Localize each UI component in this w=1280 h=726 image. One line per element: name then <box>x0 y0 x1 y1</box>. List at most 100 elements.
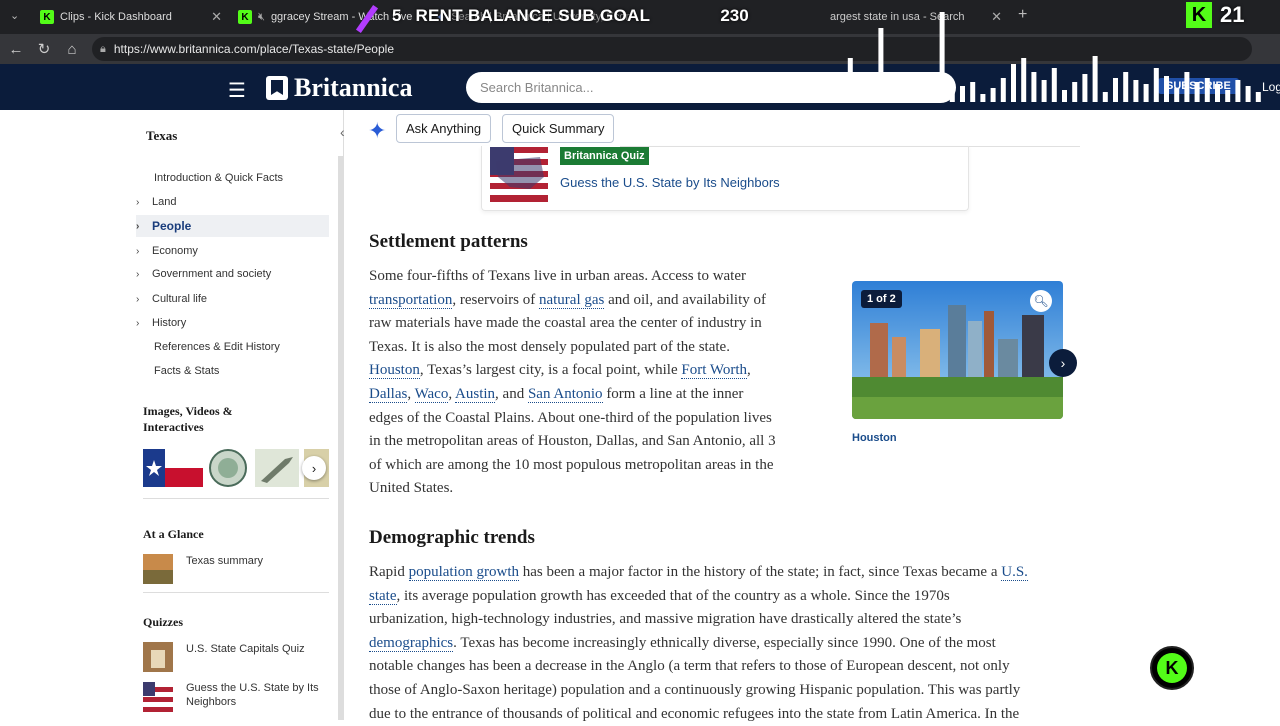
toc-chevron-icon: › <box>136 317 140 329</box>
visualizer-bar <box>1184 72 1190 102</box>
text-line: raw materials have made the coastal area… <box>369 315 762 332</box>
kick-floating-button[interactable]: K <box>1150 646 1194 690</box>
ask-anything-button[interactable]: Ask Anything <box>396 114 492 143</box>
san-antonio-link[interactable]: San Antonio <box>527 385 603 403</box>
texas-summary-thumbnail[interactable] <box>143 554 173 584</box>
visualizer-bar <box>858 92 863 102</box>
britannica-logo[interactable]: Britannica <box>266 73 412 103</box>
toc-chevron-icon: › <box>136 245 140 257</box>
text-line: urbanization, high-technology industries… <box>369 611 962 628</box>
visualizer-bar <box>1255 92 1261 102</box>
quick-summary-button[interactable]: Quick Summary <box>502 114 615 143</box>
gallery-caption[interactable]: Houston <box>852 432 897 444</box>
visualizer-bar <box>960 86 965 102</box>
us-flag-map-thumbnail[interactable] <box>490 147 548 202</box>
sub-goal-overlay: 5 RENT BALANCE SUB GOAL 230 <box>392 6 749 26</box>
mockingbird-thumbnail[interactable] <box>255 449 299 487</box>
home-icon[interactable]: ⌂ <box>58 35 86 63</box>
quiz-badge: Britannica Quiz <box>560 147 649 165</box>
texas-summary-link[interactable]: Texas summary <box>186 554 326 568</box>
toc-item-references[interactable]: References & Edit History <box>136 336 329 358</box>
text-span: , reservoirs of <box>452 291 539 308</box>
sidebar-divider <box>143 592 329 593</box>
visualizer-bar <box>1235 80 1241 102</box>
state-link[interactable]: state <box>369 587 397 605</box>
text-line: Texas. It is also the most densely popul… <box>369 338 730 355</box>
gallery-next-arrow-icon[interactable]: › <box>1049 349 1077 377</box>
sidebar-scrollbar[interactable] <box>338 156 344 720</box>
austin-link[interactable]: Austin <box>455 385 496 403</box>
toc-label: Economy <box>152 245 198 257</box>
visualizer-bar <box>776 80 782 102</box>
visualizer-bar <box>909 72 914 102</box>
visualizer-bar <box>1062 90 1067 102</box>
texas-flag-thumbnail[interactable] <box>143 449 203 487</box>
capitals-quiz-thumbnail[interactable] <box>143 642 173 672</box>
visualizer-bar <box>1102 92 1108 102</box>
media-next-arrow-icon[interactable]: › <box>302 456 326 480</box>
britannica-thistle-icon <box>266 76 288 100</box>
collapse-sidebar-icon[interactable]: ‹ <box>340 124 345 140</box>
visualizer-bar <box>1021 58 1027 102</box>
population-growth-link[interactable]: population growth <box>408 564 519 581</box>
tab-label: Clips - Kick Dashboard <box>60 11 172 23</box>
sidebar-title: Texas <box>146 128 178 143</box>
tab-list-chevron-icon[interactable]: ⌄ <box>10 9 19 22</box>
media-heading: Images, Videos & Interactives <box>143 404 233 434</box>
visualizer-bar <box>827 90 833 102</box>
toc-label: References & Edit History <box>154 341 280 353</box>
kick-viewer-count: K 21 <box>1186 2 1244 28</box>
close-tab-icon[interactable]: ✕ <box>211 9 222 25</box>
zoom-magnifier-icon[interactable]: 🔍︎ <box>1030 290 1052 312</box>
toc-chevron-icon: › <box>136 220 140 232</box>
fort-worth-link[interactable]: Fort Worth <box>681 362 747 380</box>
visualizer-bar <box>980 94 986 102</box>
toc-item-land[interactable]: › Land <box>136 191 329 213</box>
quiz-link[interactable]: Guess the U.S. State by Its Neighbors <box>560 175 780 190</box>
transportation-link[interactable]: transportation <box>369 291 453 309</box>
toc-item-economy[interactable]: › Economy <box>136 240 329 262</box>
visualizer-bar <box>970 82 976 102</box>
texas-seal-thumbnail[interactable] <box>208 449 248 487</box>
kick-logo-icon: K <box>1186 2 1212 28</box>
natural-gas-link[interactable]: natural gas <box>538 291 605 309</box>
toc-label: Government and society <box>152 268 272 280</box>
visualizer-bar <box>939 12 945 102</box>
sidebar-divider <box>143 498 329 499</box>
kick-favicon-icon: K <box>40 10 54 24</box>
houston-link[interactable]: Houston <box>369 362 420 380</box>
text-line: state, its average population growth has… <box>369 585 1079 609</box>
neighbors-quiz-thumbnail[interactable] <box>143 682 173 712</box>
dallas-link[interactable]: Dallas <box>369 385 408 403</box>
toc-item-people[interactable]: › People <box>136 215 329 237</box>
goal-title: RENT BALANCE SUB GOAL <box>415 6 651 25</box>
capitals-quiz-link[interactable]: U.S. State Capitals Quiz <box>186 642 326 656</box>
visualizer-bar <box>817 84 823 102</box>
visualizer-bar <box>1164 76 1169 102</box>
gallery-counter: 1 of 2 <box>861 290 902 308</box>
reload-icon[interactable]: ↻ <box>30 35 58 63</box>
toc-item-government[interactable]: › Government and society <box>136 263 329 285</box>
visualizer-bar <box>796 76 802 102</box>
text-span: , Texas’s largest city, is a focal point… <box>419 362 682 379</box>
toc-item-cultural-life[interactable]: › Cultural life <box>136 288 329 310</box>
neighbors-quiz-link[interactable]: Guess the U.S. State by Its Neighbors <box>186 681 326 709</box>
kick-logo-icon: K <box>1157 653 1187 683</box>
visualizer-bar <box>1123 72 1129 102</box>
site-info-icon[interactable]: 🔒︎ <box>100 43 106 56</box>
visualizer-bar <box>1194 82 1200 102</box>
text-span: and oil, and availability of <box>604 291 766 308</box>
us-link[interactable]: U.S. <box>1001 564 1028 581</box>
at-a-glance-heading: At a Glance <box>143 527 204 541</box>
waco-link[interactable]: Waco <box>414 385 449 403</box>
hamburger-menu-icon[interactable]: ☰ <box>228 78 246 103</box>
back-arrow-icon[interactable]: ← <box>2 35 30 63</box>
toc-item-introduction[interactable]: Introduction & Quick Facts <box>136 167 329 189</box>
tab-kick-dashboard[interactable]: K Clips - Kick Dashboard ✕ <box>30 4 230 30</box>
demographics-link[interactable]: demographics <box>369 634 454 652</box>
goal-target-count: 230 <box>720 6 749 25</box>
visualizer-bar <box>919 88 925 102</box>
muted-speaker-icon[interactable]: 🔇︎ <box>258 11 265 24</box>
toc-item-facts-stats[interactable]: Facts & Stats <box>136 360 329 382</box>
toc-item-history[interactable]: › History <box>136 312 329 334</box>
